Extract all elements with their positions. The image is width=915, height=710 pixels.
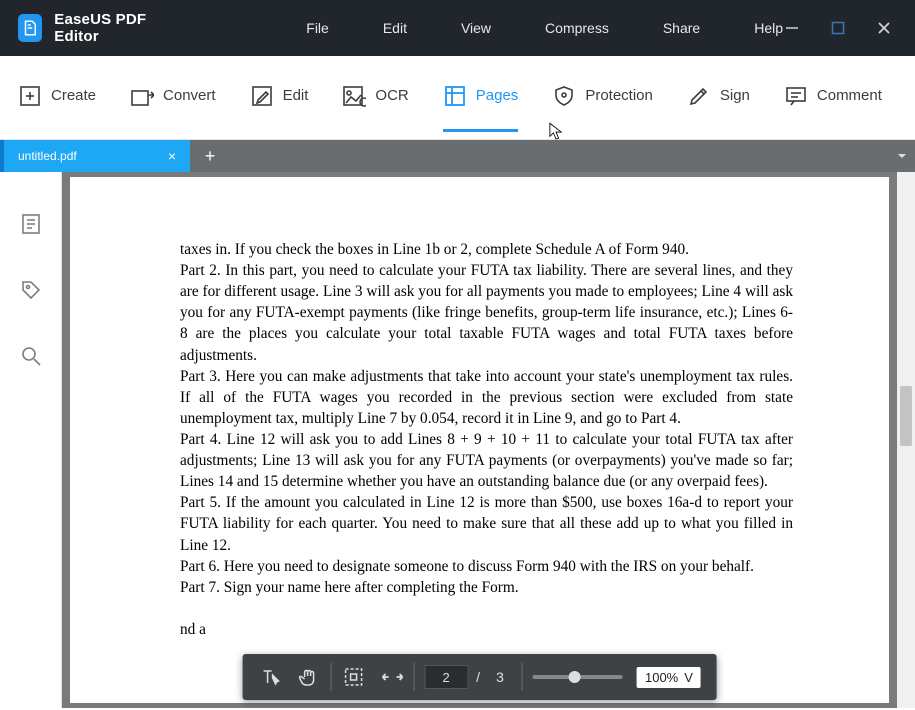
plus-box-icon [18, 84, 42, 108]
chevron-down-icon: V [684, 670, 693, 685]
minimize-button[interactable] [783, 19, 801, 37]
menu-view[interactable]: View [461, 20, 491, 36]
menu-compress[interactable]: Compress [545, 20, 609, 36]
view-toolbar: / 3 100% V [242, 654, 717, 700]
tab-scroll-button[interactable] [889, 140, 915, 172]
page-separator: / [476, 669, 480, 685]
workspace: taxes in. If you check the boxes in Line… [0, 172, 915, 708]
tool-comment-label: Comment [817, 87, 882, 104]
maximize-button[interactable] [829, 19, 847, 37]
document-tab-title: untitled.pdf [18, 149, 77, 163]
app-brand: EaseUS PDF Editor [18, 11, 176, 45]
shield-icon [552, 84, 576, 108]
tool-pages[interactable]: Pages [443, 84, 519, 112]
thumbnails-panel-button[interactable] [19, 212, 43, 236]
tool-pages-label: Pages [476, 87, 519, 104]
tool-protection[interactable]: Protection [552, 84, 653, 112]
text-select-tool[interactable] [258, 665, 282, 689]
menu-help[interactable]: Help [754, 20, 783, 36]
main-menu: File Edit View Compress Share Help [306, 20, 783, 36]
convert-icon [130, 84, 154, 108]
pages-icon [443, 84, 467, 108]
tool-create[interactable]: Create [18, 84, 96, 112]
pen-icon [687, 84, 711, 108]
tool-convert-label: Convert [163, 87, 216, 104]
new-tab-button[interactable]: + [190, 140, 230, 172]
tool-convert[interactable]: Convert [130, 84, 216, 112]
fit-width-tool[interactable] [379, 665, 403, 689]
tool-protection-label: Protection [585, 87, 653, 104]
tool-ribbon: Create Convert Edit OCR Pages Protection [0, 56, 915, 140]
page-total: 3 [488, 669, 512, 685]
fit-page-tool[interactable] [341, 665, 365, 689]
pencil-box-icon [250, 84, 274, 108]
side-panel [0, 172, 62, 708]
tool-edit-label: Edit [283, 87, 309, 104]
title-bar: EaseUS PDF Editor File Edit View Compres… [0, 0, 915, 56]
pdf-page: taxes in. If you check the boxes in Line… [70, 177, 889, 703]
zoom-slider[interactable] [533, 675, 623, 679]
zoom-value: 100% [645, 670, 678, 685]
menu-file[interactable]: File [306, 20, 329, 36]
tab-close-button[interactable]: × [164, 148, 180, 164]
app-title: EaseUS PDF Editor [54, 11, 176, 45]
zoom-dropdown[interactable]: 100% V [637, 667, 701, 688]
comment-icon [784, 84, 808, 108]
document-tab[interactable]: untitled.pdf × [0, 140, 190, 172]
tool-comment[interactable]: Comment [784, 84, 882, 112]
tool-sign-label: Sign [720, 87, 750, 104]
app-logo-icon [18, 14, 42, 42]
tool-ocr[interactable]: OCR [342, 84, 408, 112]
document-viewport[interactable]: taxes in. If you check the boxes in Line… [62, 172, 897, 708]
close-button[interactable] [875, 19, 893, 37]
menu-edit[interactable]: Edit [383, 20, 407, 36]
tab-bar: untitled.pdf × + [0, 140, 915, 172]
tags-panel-button[interactable] [19, 278, 43, 302]
tool-sign[interactable]: Sign [687, 84, 750, 112]
tool-edit[interactable]: Edit [250, 84, 309, 112]
page-number-input[interactable] [424, 665, 468, 689]
tool-create-label: Create [51, 87, 96, 104]
window-controls [783, 19, 905, 37]
menu-share[interactable]: Share [663, 20, 700, 36]
scrollbar-thumb[interactable] [900, 386, 912, 446]
pdf-page-text: taxes in. If you check the boxes in Line… [180, 239, 793, 640]
tool-ocr-label: OCR [375, 87, 408, 104]
vertical-scrollbar[interactable] [897, 172, 915, 708]
hand-tool[interactable] [296, 665, 320, 689]
ocr-icon [342, 84, 366, 108]
search-panel-button[interactable] [19, 344, 43, 368]
